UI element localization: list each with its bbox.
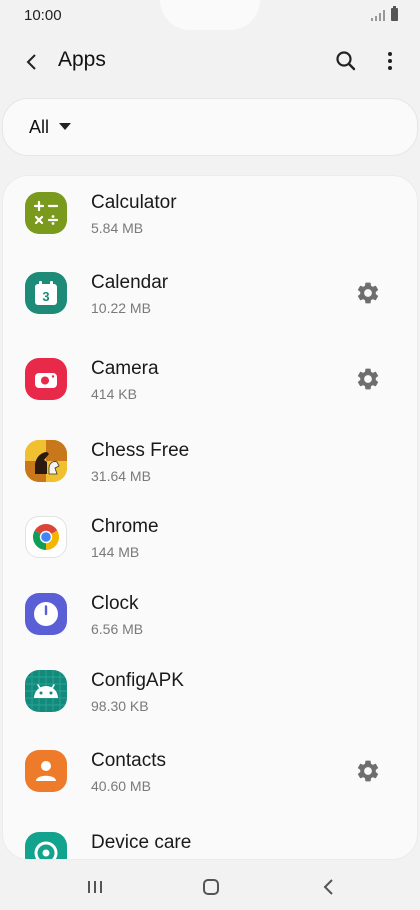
search-icon (336, 51, 356, 71)
more-options-button[interactable] (380, 47, 400, 75)
camera-notch (160, 0, 260, 30)
app-size: 10.22 MB (91, 300, 151, 316)
chrome-icon (25, 516, 67, 558)
more-vert-icon (388, 52, 392, 70)
page-title: Apps (58, 48, 106, 71)
app-row-chess-free[interactable]: Chess Free 31.64 MB (3, 424, 417, 502)
dropdown-caret-icon (59, 122, 72, 130)
signal-icon (371, 9, 385, 21)
settings-gear-icon[interactable] (355, 280, 381, 306)
app-row-configapk[interactable]: ConfigAPK 98.30 KB (3, 654, 417, 732)
app-name: Calculator (91, 192, 177, 213)
app-row-calculator[interactable]: Calculator 5.84 MB (3, 176, 417, 254)
app-name: Calendar (91, 272, 169, 293)
contacts-icon (25, 750, 67, 792)
app-row-camera[interactable]: Camera 414 KB (3, 342, 417, 420)
status-time: 10:00 (24, 7, 62, 24)
settings-gear-icon[interactable] (355, 366, 381, 392)
back-button[interactable] (18, 48, 46, 76)
settings-gear-icon[interactable] (355, 758, 381, 784)
app-size: 98.30 KB (91, 698, 149, 714)
camera-icon (25, 358, 67, 400)
app-row-clock[interactable]: Clock 6.56 MB (3, 577, 417, 655)
android-icon (25, 670, 67, 712)
status-bar: 10:00 (0, 0, 420, 34)
calendar-day: 3 (42, 289, 49, 304)
home-button[interactable] (196, 874, 226, 900)
app-size: 40.60 MB (91, 778, 151, 794)
search-button[interactable] (332, 47, 360, 75)
app-size: 5.84 MB (91, 220, 144, 236)
app-row-device-care[interactable]: Device care (3, 816, 417, 859)
app-row-calendar[interactable]: 3 Calendar 10.22 MB (3, 256, 417, 334)
navigation-bar (0, 862, 420, 910)
status-icons (371, 6, 398, 21)
app-size: 414 KB (91, 386, 137, 402)
device-care-icon (25, 832, 67, 859)
chess-icon (25, 440, 67, 482)
app-name: Chrome (91, 516, 159, 537)
back-arrow-icon (26, 54, 36, 70)
app-row-contacts[interactable]: Contacts 40.60 MB (3, 734, 417, 812)
app-bar: Apps (0, 38, 420, 84)
battery-icon (391, 6, 398, 21)
app-name: Clock (91, 593, 139, 614)
app-name: Device care (91, 832, 192, 853)
app-list: Calculator 5.84 MB 3 Calendar 10.22 MB C… (2, 175, 418, 860)
app-name: Chess Free (91, 440, 190, 461)
home-icon (203, 879, 219, 895)
app-size: 144 MB (91, 544, 140, 560)
clock-icon (25, 593, 67, 635)
recents-button[interactable] (80, 874, 110, 900)
app-row-chrome[interactable]: Chrome 144 MB (3, 500, 417, 578)
back-nav-button[interactable] (314, 874, 344, 900)
calendar-icon: 3 (25, 272, 67, 314)
recents-icon (88, 881, 102, 893)
back-nav-icon (323, 879, 333, 895)
app-size: 31.64 MB (91, 468, 151, 484)
app-name: Camera (91, 358, 159, 379)
app-name: Contacts (91, 750, 166, 771)
app-name: ConfigAPK (91, 670, 184, 691)
calculator-icon (25, 192, 67, 234)
filter-label: All (29, 116, 50, 137)
filter-dropdown[interactable]: All (2, 98, 418, 156)
app-size: 6.56 MB (91, 621, 144, 637)
